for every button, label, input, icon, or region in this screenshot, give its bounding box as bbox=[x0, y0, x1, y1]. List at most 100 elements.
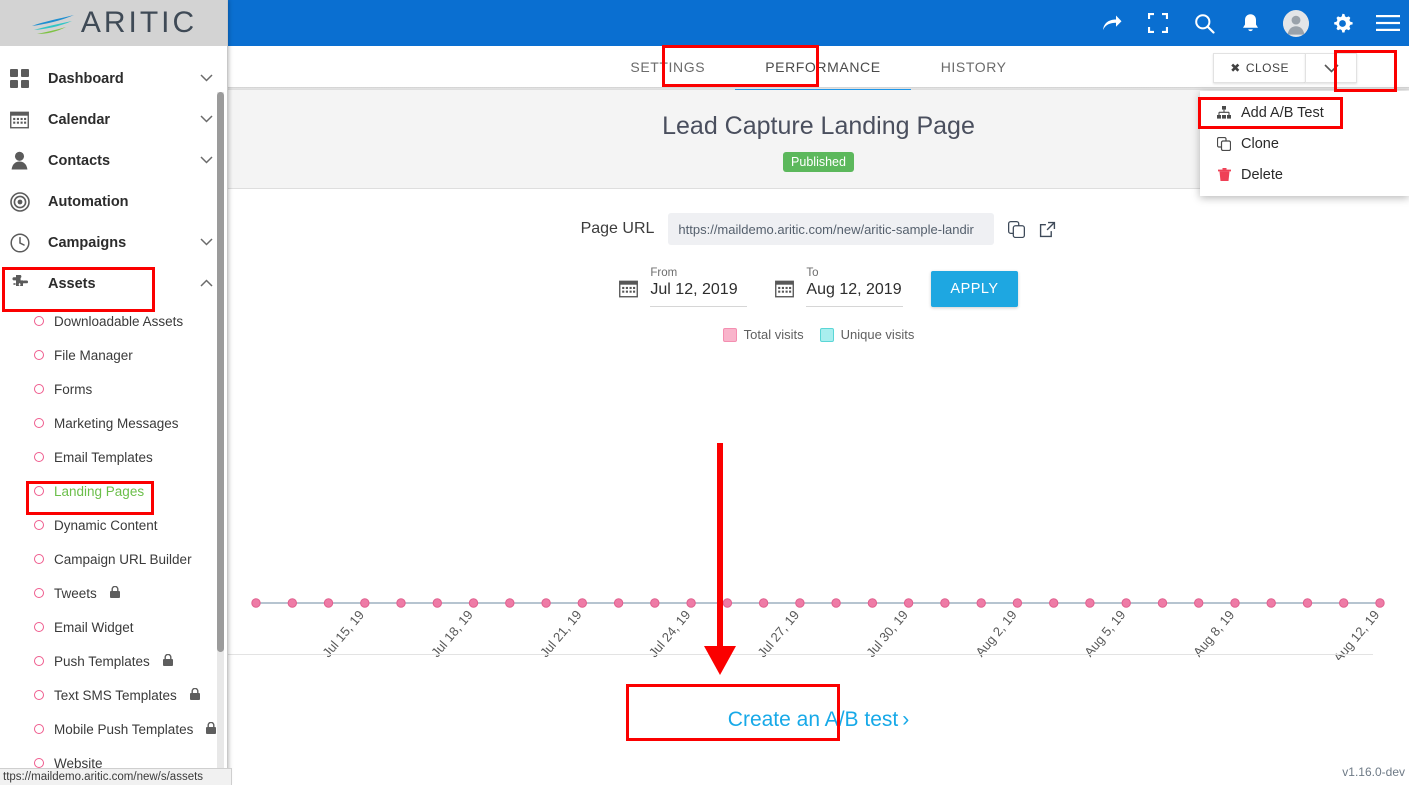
more-actions-caret-button[interactable] bbox=[1305, 53, 1357, 83]
copy-url-button[interactable] bbox=[1008, 220, 1026, 238]
chart-point[interactable] bbox=[1012, 598, 1023, 608]
chart-point[interactable] bbox=[1121, 598, 1131, 608]
date-from-field[interactable]: From Jul 12, 2019 bbox=[619, 267, 748, 307]
sidebar-subitem-tweets[interactable]: Tweets bbox=[0, 576, 227, 610]
sidebar-subitem-text-sms-templates[interactable]: Text SMS Templates bbox=[0, 678, 227, 712]
page-url-row: Page URL https://maildemo.aritic.com/new… bbox=[228, 189, 1409, 245]
sidebar-subitem-file-manager[interactable]: File Manager bbox=[0, 338, 227, 372]
chart-point[interactable] bbox=[1194, 598, 1204, 608]
chevron-down-icon bbox=[200, 237, 213, 249]
chart-point[interactable] bbox=[1302, 598, 1313, 608]
chart-point[interactable] bbox=[1157, 598, 1168, 608]
sidebar-subitem-forms[interactable]: Forms bbox=[0, 372, 227, 406]
chart-point[interactable] bbox=[722, 598, 733, 608]
page-url-value[interactable]: https://maildemo.aritic.com/new/aritic-s… bbox=[668, 213, 995, 245]
chart-point[interactable] bbox=[541, 598, 551, 608]
date-to-input[interactable]: Aug 12, 2019 bbox=[806, 281, 904, 307]
sidebar-subitem-marketing-messages[interactable]: Marketing Messages bbox=[0, 406, 227, 440]
chart-point[interactable] bbox=[613, 598, 624, 608]
chart-point[interactable] bbox=[1375, 598, 1385, 608]
chart-point[interactable] bbox=[432, 598, 443, 608]
menu-item-clone[interactable]: Clone bbox=[1200, 128, 1409, 159]
fullscreen-icon[interactable] bbox=[1145, 10, 1171, 36]
sidebar-item-dashboard[interactable]: Dashboard bbox=[0, 58, 227, 99]
sidebar-subitem-push-templates[interactable]: Push Templates bbox=[0, 644, 227, 678]
chart-x-tick-label: Jul 30, 19 bbox=[863, 607, 911, 660]
notifications-bell-icon[interactable] bbox=[1237, 10, 1263, 36]
menu-item-delete[interactable]: Delete bbox=[1200, 159, 1409, 190]
sidebar-item-campaigns[interactable]: Campaigns bbox=[0, 222, 227, 263]
chart-point[interactable] bbox=[1085, 598, 1095, 608]
chart-legend: Total visits Unique visits bbox=[228, 307, 1409, 342]
tab-settings[interactable]: SETTINGS bbox=[600, 46, 735, 89]
sidebar-subitem-campaign-url-builder[interactable]: Campaign URL Builder bbox=[0, 542, 227, 576]
sidebar-item-calendar[interactable]: Calendar bbox=[0, 99, 227, 140]
sidebar-subitem-landing-pages[interactable]: Landing Pages bbox=[0, 474, 227, 508]
chart-point[interactable] bbox=[1339, 598, 1349, 608]
chart-svg: Jul 15, 19 Jul 18, 19 Jul 21, 19 Jul 24, 19… bbox=[251, 598, 1385, 660]
legend-item-total-visits[interactable]: Total visits bbox=[722, 327, 804, 342]
share-icon[interactable] bbox=[1099, 10, 1125, 36]
bullet-icon bbox=[34, 758, 44, 768]
sidebar-nav: Dashboard Calendar Contacts Automation C… bbox=[0, 46, 227, 785]
bullet-icon bbox=[34, 588, 44, 598]
date-to-wrap: To Aug 12, 2019 bbox=[806, 267, 904, 307]
copy-icon bbox=[1216, 136, 1232, 151]
chart-point[interactable] bbox=[1230, 598, 1240, 608]
date-from-input[interactable]: Jul 12, 2019 bbox=[650, 281, 748, 307]
menu-hamburger-icon[interactable] bbox=[1375, 10, 1401, 36]
menu-item-clone-label: Clone bbox=[1241, 135, 1279, 152]
trash-icon bbox=[1216, 167, 1232, 182]
close-button[interactable]: ✖ CLOSE bbox=[1213, 53, 1305, 83]
sidebar-subitem-label: Email Widget bbox=[54, 619, 134, 635]
chart-point[interactable] bbox=[360, 598, 370, 608]
chart-point[interactable] bbox=[867, 598, 878, 608]
sidebar-subitem-downloadable-assets[interactable]: Downloadable Assets bbox=[0, 304, 227, 338]
sidebar-subitem-list: Downloadable Assets File Manager Forms Mark… bbox=[0, 304, 227, 780]
chart-point[interactable] bbox=[903, 598, 914, 608]
chart-point[interactable] bbox=[758, 598, 769, 608]
open-url-button[interactable] bbox=[1039, 221, 1056, 238]
chart-point[interactable] bbox=[976, 598, 986, 608]
apply-button[interactable]: APPLY bbox=[931, 271, 1018, 307]
cta-row: Create an A/B test › bbox=[228, 694, 1409, 746]
chevron-down-icon bbox=[200, 73, 213, 85]
sidebar-item-dashboard-label: Dashboard bbox=[48, 70, 124, 87]
chart-point[interactable] bbox=[396, 598, 406, 608]
chart-point[interactable] bbox=[686, 598, 696, 608]
brand-logo[interactable]: ARITIC bbox=[0, 0, 227, 46]
sidebar-item-automation[interactable]: Automation bbox=[0, 181, 227, 222]
chart-point[interactable] bbox=[287, 598, 298, 608]
legend-item-unique-visits[interactable]: Unique visits bbox=[819, 327, 914, 342]
sidebar-item-contacts[interactable]: Contacts bbox=[0, 140, 227, 181]
app-root: SETTINGS PERFORMANCE HISTORY ✖ CLOSE Add… bbox=[0, 0, 1409, 785]
chart-point[interactable] bbox=[831, 598, 841, 608]
chart-point[interactable] bbox=[1266, 598, 1276, 608]
chart-point[interactable] bbox=[251, 598, 261, 608]
tab-performance[interactable]: PERFORMANCE bbox=[735, 46, 911, 90]
chart-point[interactable] bbox=[323, 598, 334, 608]
date-to-field[interactable]: To Aug 12, 2019 bbox=[775, 267, 904, 307]
sidebar-subitem-mobile-push-templates[interactable]: Mobile Push Templates bbox=[0, 712, 227, 746]
tab-history[interactable]: HISTORY bbox=[911, 46, 1037, 89]
sidebar-item-contacts-label: Contacts bbox=[48, 152, 111, 169]
date-filter-row: From Jul 12, 2019 To Aug 12, 2019 APPLY bbox=[228, 245, 1409, 307]
chart-point[interactable] bbox=[795, 598, 805, 608]
bullet-icon bbox=[34, 384, 44, 394]
search-icon[interactable] bbox=[1191, 10, 1217, 36]
chart-point[interactable] bbox=[577, 598, 587, 608]
create-ab-test-button[interactable]: Create an A/B test › bbox=[706, 694, 931, 746]
chart-point[interactable] bbox=[468, 598, 479, 608]
menu-item-add-ab-test[interactable]: Add A/B Test bbox=[1200, 97, 1409, 128]
sidebar-subitem-email-templates[interactable]: Email Templates bbox=[0, 440, 227, 474]
actions-dropdown-menu[interactable]: Add A/B Test Clone Delete bbox=[1200, 91, 1409, 196]
sidebar-item-assets[interactable]: Assets bbox=[0, 263, 227, 304]
chart-point[interactable] bbox=[650, 598, 660, 608]
settings-gear-icon[interactable] bbox=[1329, 10, 1355, 36]
chart-point[interactable] bbox=[940, 598, 950, 608]
sidebar-subitem-email-widget[interactable]: Email Widget bbox=[0, 610, 227, 644]
chart-point[interactable] bbox=[1049, 598, 1059, 608]
sidebar-subitem-dynamic-content[interactable]: Dynamic Content bbox=[0, 508, 227, 542]
chart-point[interactable] bbox=[505, 598, 515, 608]
user-avatar[interactable] bbox=[1283, 9, 1309, 37]
